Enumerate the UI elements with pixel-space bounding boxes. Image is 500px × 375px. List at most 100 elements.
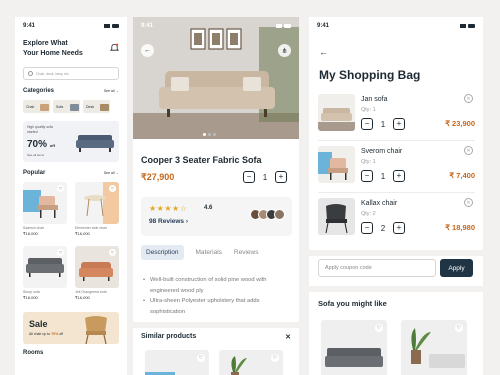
minus-button[interactable]: − (361, 170, 373, 182)
product-title: Cooper 3 Seater Fabric Sofa (141, 155, 262, 165)
cart-item: Jan sofa Qty: 1 ✕ − 1 + ₹ 23,900 (318, 94, 475, 136)
remove-icon[interactable]: ✕ (464, 146, 473, 155)
list-item: Ultra-sheen Polyester upholstery that ad… (143, 296, 293, 317)
categories-title: Categories (23, 88, 55, 94)
product-card[interactable]: ♡ (401, 320, 467, 375)
battery-icon (468, 23, 475, 28)
recommendations-list: ♡ ♡ (321, 320, 467, 375)
plus-button[interactable]: + (393, 170, 405, 182)
signal-icon (276, 23, 282, 28)
list-item: Well-built construction of solid pine wo… (143, 275, 293, 296)
quantity-value: 1 (262, 172, 268, 182)
star-rating-icon: ★★★★☆ (149, 204, 188, 213)
minus-button[interactable]: − (361, 118, 373, 130)
product-thumbnail (318, 198, 355, 235)
rooms-title: Rooms (23, 350, 44, 356)
page-title: Explore What Your Home Needs (23, 40, 83, 57)
page-title: My Shopping Bag (319, 68, 421, 82)
search-input[interactable]: Chair, desk, lamp etc (23, 67, 119, 80)
heart-icon[interactable]: ♡ (197, 354, 205, 362)
heart-icon[interactable]: ♡ (271, 354, 279, 362)
heart-icon[interactable]: ♡ (375, 324, 383, 332)
see-all-link[interactable]: See all → (104, 89, 119, 93)
bell-icon[interactable] (109, 39, 120, 51)
status-time: 9:41 (141, 22, 154, 29)
recommendations-title: Sofa you might like (318, 299, 387, 308)
battery-icon (284, 23, 291, 28)
similar-products-title: Similar products (141, 333, 197, 340)
rating-card: ★★★★☆ 4.6 98 Reviews › (141, 197, 292, 236)
apply-button[interactable]: Apply (440, 259, 473, 277)
item-qty-label: Qty: 1 (361, 107, 376, 113)
category-desk[interactable]: Desk (83, 100, 110, 113)
product-thumbnail (318, 94, 355, 131)
sale-banner[interactable]: Sale All chair up to 70% off (23, 312, 119, 344)
item-name: Jan sofa (361, 96, 388, 103)
item-qty-label: Qty: 2 (361, 211, 376, 217)
item-qty-label: Qty: 1 (361, 159, 376, 165)
category-sofa[interactable]: Sofa (53, 100, 80, 113)
plus-button[interactable]: + (393, 222, 405, 234)
quantity-stepper: − 1 + (361, 170, 405, 182)
popular-title: Popular (23, 170, 46, 176)
minus-button[interactable]: − (243, 171, 255, 183)
status-time: 9:41 (317, 22, 330, 29)
heart-icon[interactable]: ♡ (109, 249, 116, 256)
reviewer-avatars (250, 209, 285, 220)
plus-button[interactable]: + (275, 171, 287, 183)
product-thumbnail (318, 146, 355, 183)
minus-button[interactable]: − (361, 222, 373, 234)
status-bar: 9:41 (15, 17, 127, 29)
product-card[interactable]: ♡ Elementer side chair ₹16,000 (75, 182, 119, 240)
tab-materials[interactable]: Materials (196, 249, 222, 260)
back-arrow-icon[interactable]: ← (141, 44, 154, 57)
search-icon (28, 71, 33, 76)
avatar (274, 209, 285, 220)
product-card[interactable]: ♡ (321, 320, 387, 375)
product-card[interactable]: ♡ (219, 350, 283, 375)
cart-item: Sverom chair Qty: 1 ✕ − 1 + ₹ 7,400 (318, 146, 475, 188)
tab-reviews[interactable]: Reviews (234, 249, 259, 260)
signal-icon (104, 23, 110, 28)
quantity-stepper: − 2 + (361, 222, 405, 234)
description-list: Well-built construction of solid pine wo… (143, 275, 293, 317)
product-grid: ♡ Saarwin chair ₹16,000 ♡ Elementer side… (15, 182, 127, 304)
item-price: ₹ 23,900 (445, 119, 475, 128)
tab-description[interactable]: Description (141, 245, 184, 260)
category-list: Chair Sofa Desk (15, 100, 127, 113)
similar-products-list: ♡ ♡ (145, 350, 283, 375)
quantity-value: 1 (380, 119, 386, 129)
cart-item: Kallax chair Qty: 2 ✕ − 2 + ₹ 18,980 (318, 198, 475, 240)
product-card[interactable]: ♡ (145, 350, 209, 375)
product-card[interactable]: ♡ Stoop sofa ₹16,000 (23, 246, 67, 304)
category-chair[interactable]: Chair (23, 100, 50, 113)
item-name: Kallax chair (361, 200, 398, 207)
product-card[interactable]: ♡ Saarwin chair ₹16,000 (23, 182, 67, 240)
share-icon[interactable]: ⋔ (278, 44, 291, 57)
battery-icon (112, 23, 119, 28)
close-icon[interactable]: ✕ (285, 333, 291, 341)
item-price: ₹ 7,400 (449, 171, 475, 180)
remove-icon[interactable]: ✕ (464, 198, 473, 207)
product-detail-screen: 9:41 ← ⋔ Cooper 3 Seater Fabric Sofa ₹27… (133, 17, 299, 375)
item-name: Sverom chair (361, 148, 403, 155)
quantity-value: 1 (380, 171, 386, 181)
heart-icon[interactable]: ♡ (455, 324, 463, 332)
see-all-link[interactable]: See all → (104, 171, 119, 175)
quantity-stepper: − 1 + (361, 118, 405, 130)
remove-icon[interactable]: ✕ (464, 94, 473, 103)
reviews-link[interactable]: 98 Reviews › (149, 218, 188, 225)
heart-icon[interactable]: ♡ (109, 185, 116, 192)
status-bar: 9:41 (309, 17, 483, 29)
item-price: ₹ 18,980 (445, 223, 475, 232)
quantity-stepper: − 1 + (243, 171, 287, 183)
product-card[interactable]: ♡ Jeti Orangerest sofa ₹16,000 (75, 246, 119, 304)
back-arrow-icon[interactable]: ← (319, 47, 328, 57)
home-screen: 9:41 Explore What Your Home Needs Chair,… (15, 17, 127, 375)
promo-banner[interactable]: High quality sofa started 70% off See al… (23, 121, 119, 162)
heart-icon[interactable]: ♡ (57, 185, 64, 192)
chair-image (85, 316, 107, 344)
heart-icon[interactable]: ♡ (57, 249, 64, 256)
plus-button[interactable]: + (393, 118, 405, 130)
coupon-input[interactable]: Apply coupon code (318, 259, 436, 277)
